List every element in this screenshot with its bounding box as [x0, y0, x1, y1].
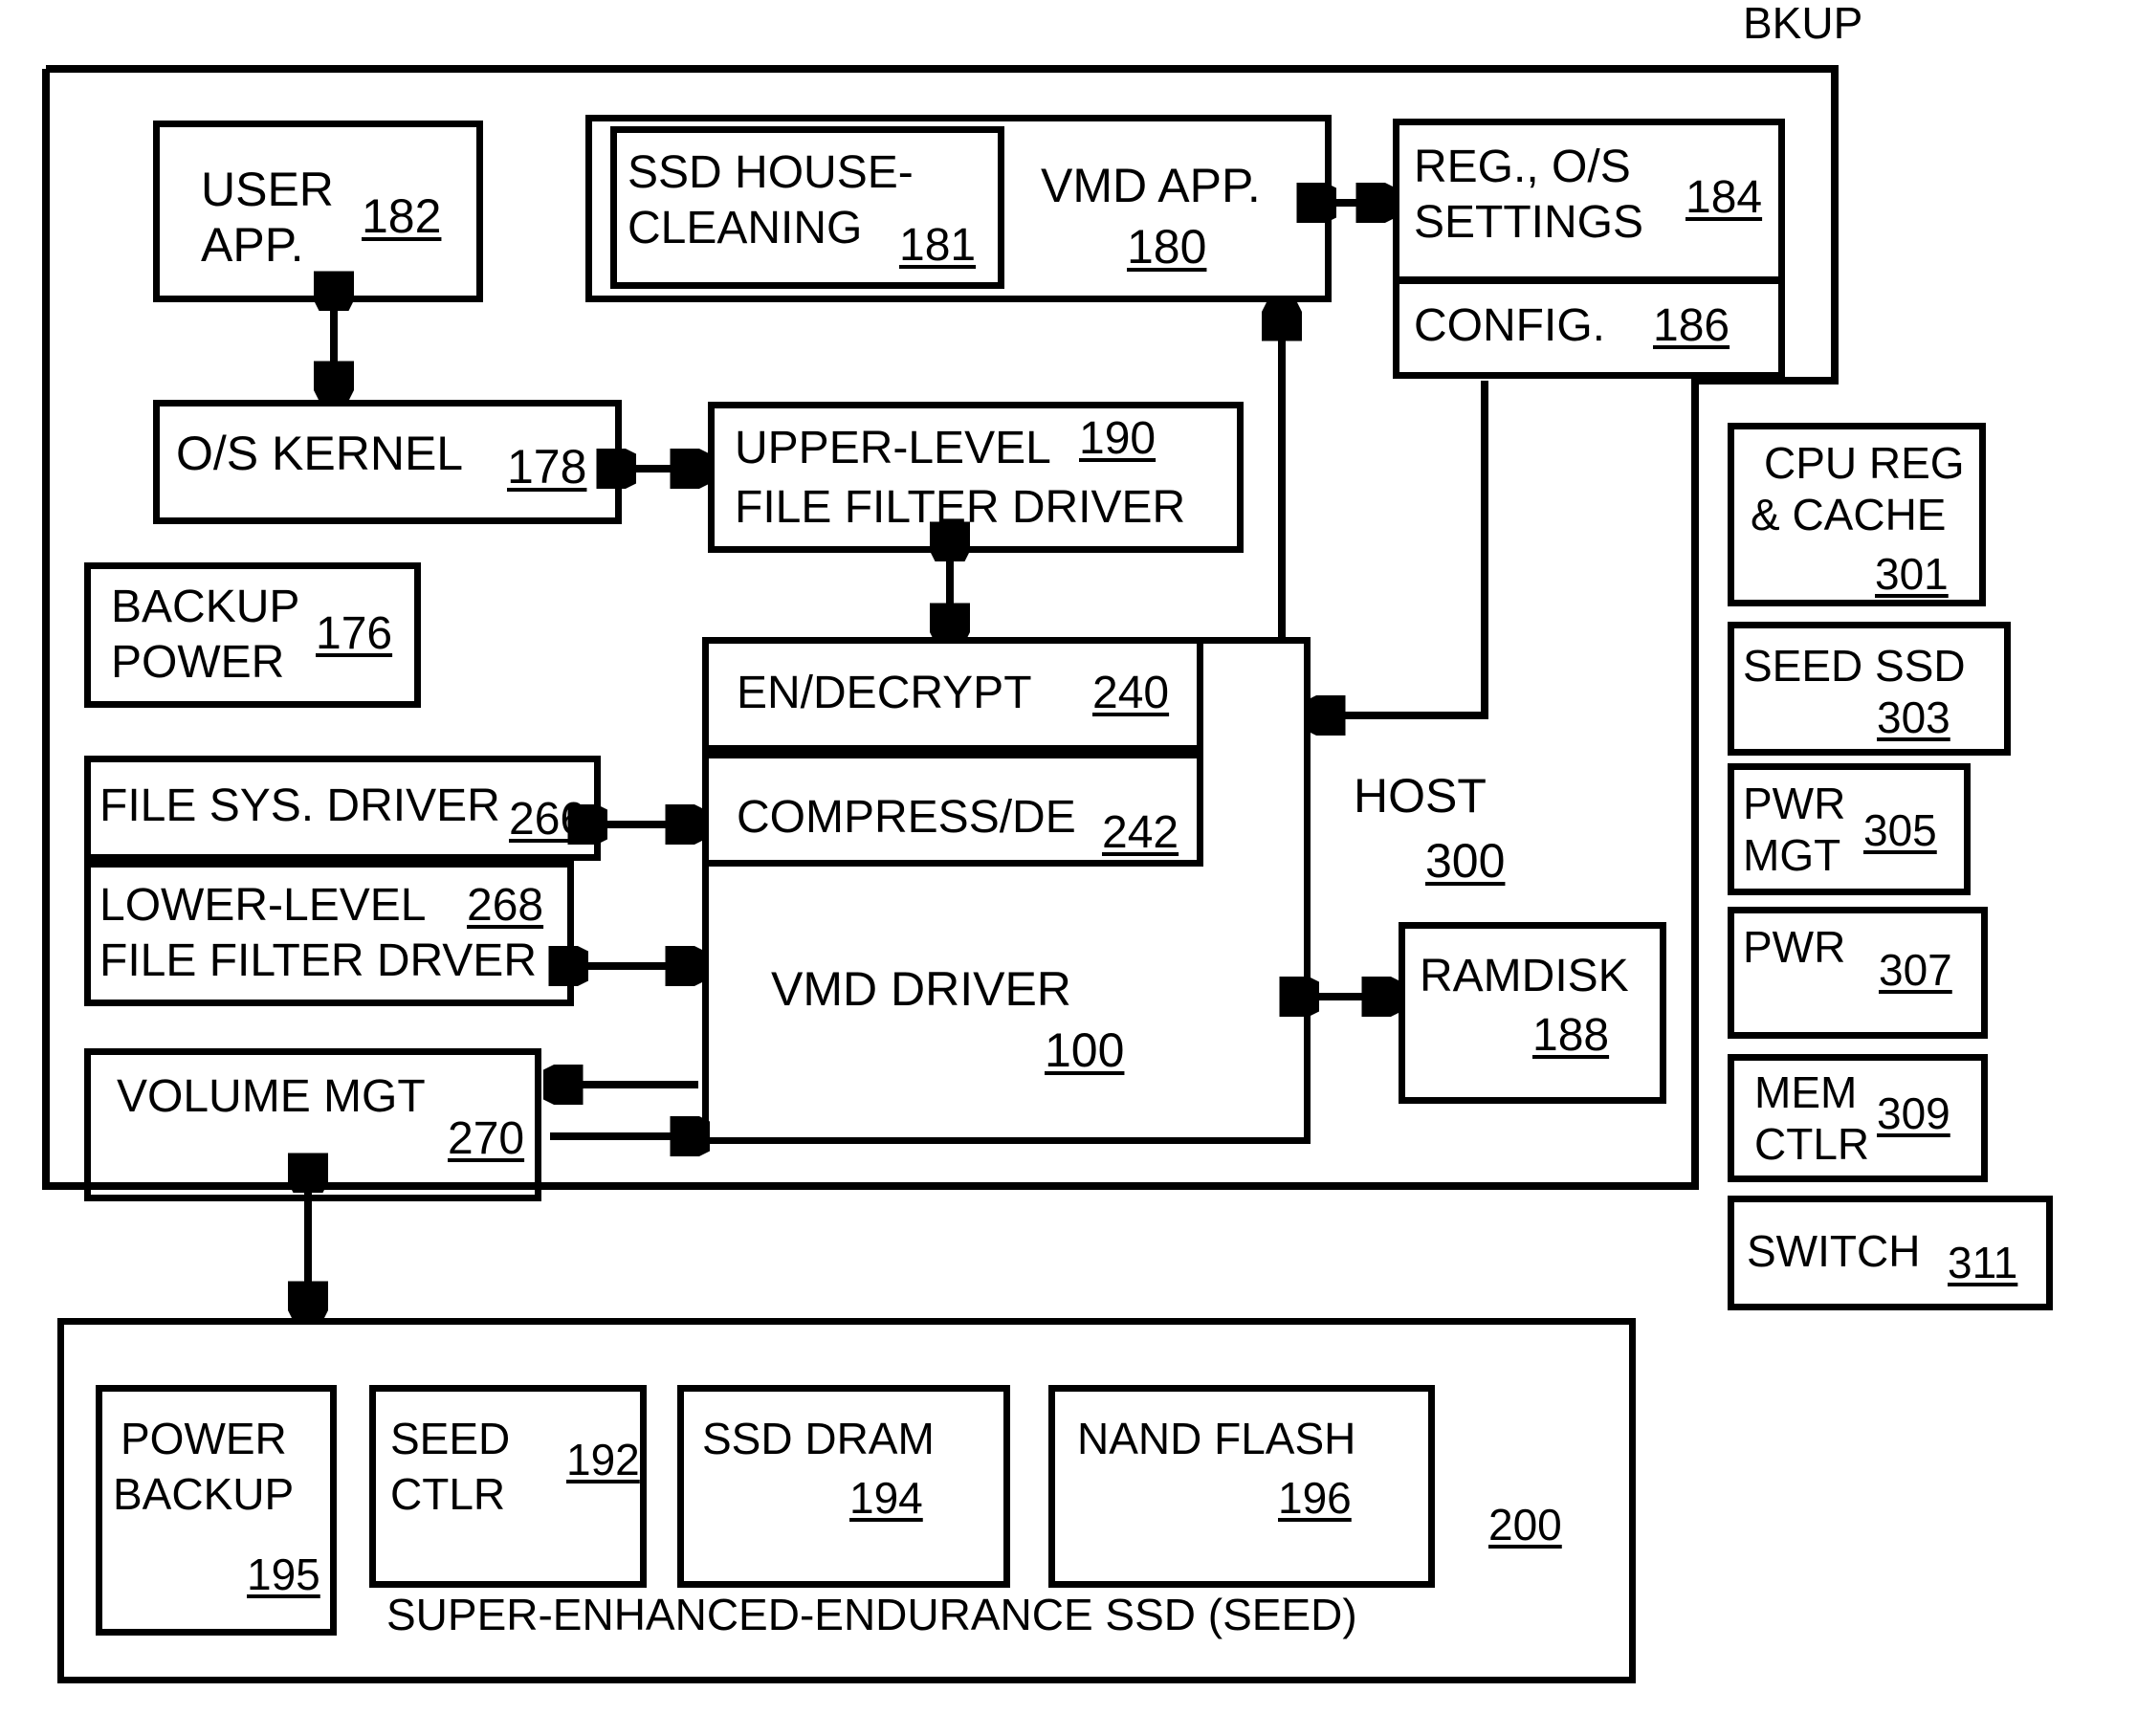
ssd-housecleaning-line1: SSD HOUSE- — [628, 147, 914, 198]
patent-figure-canvas: USER APP. 182 VMD APP. 180 SSD HOUSE- CL… — [0, 0, 2137, 1736]
seed-ssd-line1: SEED SSD — [1743, 641, 1966, 691]
seed-ctlr-ref: 192 — [566, 1435, 640, 1484]
file-sys-driver-ref: 266 — [509, 794, 586, 845]
en-decrypt-ref: 240 — [1092, 668, 1170, 718]
reg-os-settings-line2: SETTINGS — [1414, 197, 1644, 248]
user-app-line2: APP. — [201, 218, 304, 272]
upper-filter-line1: UPPER-LEVEL — [735, 423, 1051, 473]
compress-de-ref: 242 — [1102, 807, 1179, 858]
vmd-driver-line1: VMD DRIVER — [771, 962, 1071, 1016]
reg-os-settings-line1: REG., O/S — [1414, 142, 1631, 192]
cpu-reg-cache-line1: CPU REG — [1764, 438, 1965, 488]
vmd-app-ref: 180 — [1127, 220, 1207, 274]
seed-device-caption: SUPER-ENHANCED-ENDURANCE SSD (SEED) — [386, 1590, 1357, 1639]
backup-power-line2: POWER — [111, 637, 285, 688]
seed-ctlr-line2: CTLR — [390, 1469, 506, 1519]
upper-filter-ref: 190 — [1079, 413, 1157, 464]
seed-device-ref: 200 — [1488, 1500, 1562, 1549]
mem-ctlr-line1: MEM — [1754, 1067, 1858, 1117]
os-kernel-line1: O/S KERNEL — [176, 427, 464, 480]
ramdisk-ref: 188 — [1532, 1010, 1610, 1061]
nand-flash-ref: 196 — [1278, 1473, 1352, 1523]
backup-power-ref: 176 — [316, 608, 393, 659]
host-label: HOST — [1354, 769, 1487, 823]
user-app-ref: 182 — [362, 189, 442, 243]
switch-ref: 311 — [1948, 1238, 2018, 1287]
user-app-line1: USER — [201, 163, 334, 216]
ssd-housecleaning-ref: 181 — [899, 220, 977, 271]
host-ref: 300 — [1425, 834, 1506, 888]
lower-filter-ref: 268 — [467, 880, 544, 931]
ssd-dram-ref: 194 — [849, 1473, 923, 1523]
mem-ctlr-line2: CTLR — [1754, 1119, 1870, 1169]
cpu-reg-cache-line2: & CACHE — [1751, 490, 1947, 539]
en-decrypt-line1: EN/DECRYPT — [737, 668, 1032, 718]
volume-mgt-line1: VOLUME MGT — [117, 1071, 426, 1122]
backup-power-line1: BACKUP — [111, 582, 300, 632]
upper-filter-line2: FILE FILTER DRIVER — [735, 482, 1186, 533]
config-ref: 186 — [1653, 300, 1730, 351]
cpu-reg-cache-ref: 301 — [1875, 549, 1949, 599]
vmd-driver-ref: 100 — [1045, 1023, 1125, 1077]
lower-filter-line2: FILE FILTER DRVER — [99, 935, 537, 986]
volume-mgt-ref: 270 — [448, 1113, 525, 1164]
power-backup-line1: POWER — [121, 1414, 287, 1463]
config-line1: CONFIG. — [1414, 300, 1605, 351]
power-backup-ref: 195 — [247, 1549, 320, 1599]
pwr-bkup-line1: PWR — [1743, 922, 1846, 972]
arrow-config-vmddriver — [1312, 381, 1488, 715]
seed-ctlr-line1: SEED — [390, 1414, 511, 1463]
power-backup-line2: BACKUP — [113, 1469, 295, 1519]
pwr-bkup-ref: 307 — [1879, 945, 1952, 995]
pwr-mgt-line1: PWR — [1743, 779, 1846, 828]
reg-os-settings-ref: 184 — [1685, 172, 1763, 223]
pwr-mgt-line2: MGT — [1743, 830, 1841, 880]
file-sys-driver-line1: FILE SYS. DRIVER — [99, 780, 500, 831]
ssd-dram-line1: SSD DRAM — [702, 1414, 935, 1463]
compress-de-line1: COMPRESS/DE — [737, 792, 1076, 843]
vmd-app-line1: VMD APP. — [1041, 159, 1261, 212]
ramdisk-line1: RAMDISK — [1420, 951, 1629, 1001]
seed-ssd-ref: 303 — [1877, 692, 1950, 742]
switch-line1: SWITCH — [1747, 1226, 1921, 1276]
os-kernel-ref: 178 — [507, 440, 587, 494]
nand-flash-line1: NAND FLASH — [1077, 1414, 1356, 1463]
mem-ctlr-ref: 309 — [1877, 1088, 1950, 1138]
pwr-bkup-line2: BKUP — [1743, 0, 1863, 48]
lower-filter-line1: LOWER-LEVEL — [99, 880, 427, 931]
pwr-mgt-ref: 305 — [1863, 805, 1937, 855]
ssd-housecleaning-line2: CLEANING — [628, 203, 863, 253]
